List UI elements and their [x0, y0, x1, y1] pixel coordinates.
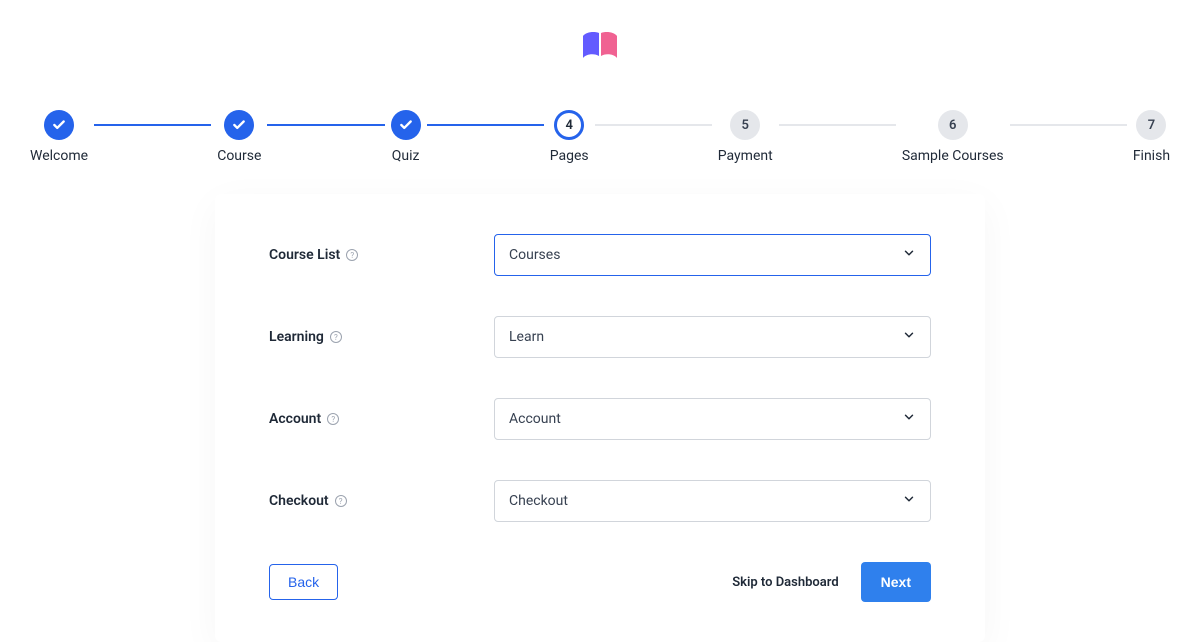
learning-select[interactable]: Learn	[494, 316, 931, 358]
pages-form-card: Course List ? Courses Learning ? Lear	[215, 194, 985, 642]
step-label: Quiz	[392, 148, 420, 164]
form-row-learning: Learning ? Learn	[269, 316, 931, 358]
check-icon	[44, 110, 74, 140]
step-course[interactable]: Course	[217, 110, 261, 164]
step-number: 5	[730, 110, 760, 140]
checkout-select[interactable]: Checkout	[494, 480, 931, 522]
step-connector	[267, 124, 384, 126]
form-row-course-list: Course List ? Courses	[269, 234, 931, 276]
back-button[interactable]: Back	[269, 564, 338, 600]
field-label: Account	[269, 411, 321, 427]
step-label: Sample Courses	[902, 148, 1004, 164]
select-value: Account	[509, 411, 561, 427]
course-list-select[interactable]: Courses	[494, 234, 931, 276]
step-label: Pages	[550, 148, 589, 164]
step-label: Payment	[718, 148, 773, 164]
help-icon[interactable]: ?	[330, 331, 342, 343]
wizard-stepper: Welcome Course Quiz 4 Pages 5 Payment	[0, 110, 1200, 164]
step-pages[interactable]: 4 Pages	[550, 110, 589, 164]
select-value: Checkout	[509, 493, 568, 509]
step-number: 6	[938, 110, 968, 140]
account-select[interactable]: Account	[494, 398, 931, 440]
form-row-checkout: Checkout ? Checkout	[269, 480, 931, 522]
next-button[interactable]: Next	[861, 562, 931, 602]
help-icon[interactable]: ?	[346, 249, 358, 261]
chevron-down-icon	[902, 492, 916, 510]
select-value: Courses	[509, 247, 560, 263]
logo	[0, 30, 1200, 70]
step-connector	[595, 124, 712, 126]
chevron-down-icon	[902, 328, 916, 346]
step-number: 4	[554, 110, 584, 140]
step-connector	[779, 124, 896, 126]
check-icon	[224, 110, 254, 140]
step-sample-courses[interactable]: 6 Sample Courses	[902, 110, 1004, 164]
chevron-down-icon	[902, 246, 916, 264]
skip-link[interactable]: Skip to Dashboard	[732, 575, 838, 590]
card-footer: Back Skip to Dashboard Next	[269, 562, 931, 602]
step-finish[interactable]: 7 Finish	[1133, 110, 1170, 164]
step-connector	[1010, 124, 1127, 126]
step-connector	[427, 124, 544, 126]
field-label: Checkout	[269, 493, 329, 509]
select-value: Learn	[509, 329, 544, 345]
step-label: Course	[217, 148, 261, 164]
help-icon[interactable]: ?	[335, 495, 347, 507]
field-label: Course List	[269, 247, 340, 263]
step-quiz[interactable]: Quiz	[391, 110, 421, 164]
form-row-account: Account ? Account	[269, 398, 931, 440]
field-label: Learning	[269, 329, 324, 345]
check-icon	[391, 110, 421, 140]
step-connector	[94, 124, 211, 126]
step-label: Finish	[1133, 148, 1170, 164]
step-number: 7	[1136, 110, 1166, 140]
step-label: Welcome	[30, 148, 88, 164]
step-welcome[interactable]: Welcome	[30, 110, 88, 164]
step-payment[interactable]: 5 Payment	[718, 110, 773, 164]
help-icon[interactable]: ?	[327, 413, 339, 425]
chevron-down-icon	[902, 410, 916, 428]
